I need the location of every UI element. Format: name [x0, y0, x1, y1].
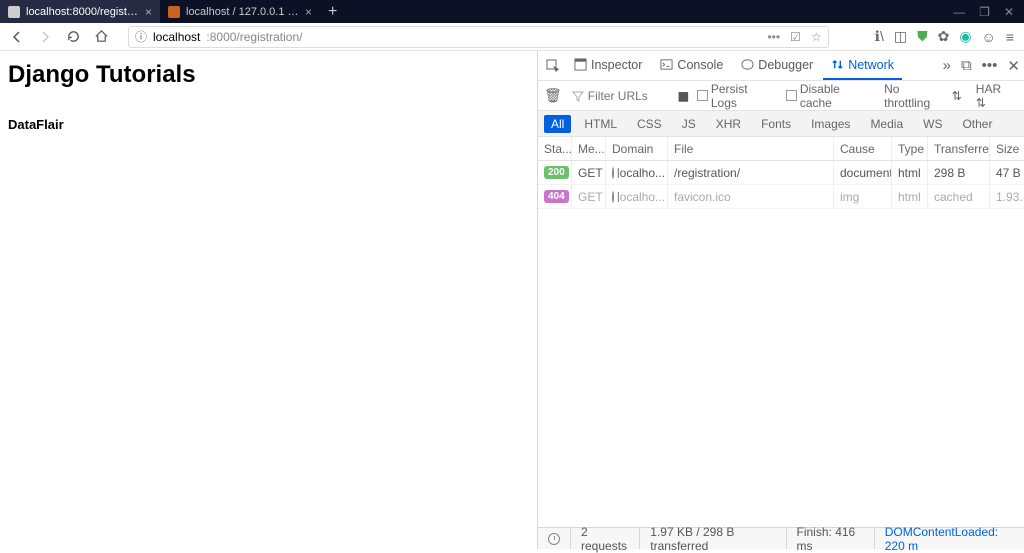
- reader-icon[interactable]: ☑: [790, 30, 801, 44]
- stopwatch[interactable]: [538, 528, 571, 549]
- filter-media[interactable]: Media: [863, 115, 910, 133]
- address-bar: ⓘ localhost :8000/registration/ ••• ☑ ☆ ℹ…: [0, 23, 1024, 51]
- clock-icon: [548, 533, 560, 545]
- tab-inspector[interactable]: Inspector: [566, 52, 650, 80]
- url-path: :8000/registration/: [206, 30, 302, 44]
- page-subtitle: DataFlair: [8, 117, 529, 132]
- disable-cache-checkbox[interactable]: Disable cache: [786, 82, 874, 110]
- filter-input[interactable]: [588, 89, 668, 103]
- tab-label: localhost:8000/registration/: [26, 6, 139, 18]
- col-size[interactable]: Size: [990, 137, 1024, 160]
- clear-icon[interactable]: 🗑: [544, 87, 562, 104]
- pick-element-icon[interactable]: [542, 59, 564, 73]
- devtools-close-icon[interactable]: ✕: [1007, 57, 1020, 75]
- sidebar-icon[interactable]: ◫: [894, 28, 907, 45]
- bookmark-icon[interactable]: ☆: [811, 30, 822, 44]
- maximize-icon[interactable]: ❐: [979, 5, 990, 19]
- account-icon[interactable]: ☺: [982, 29, 996, 45]
- filter-fonts[interactable]: Fonts: [754, 115, 798, 133]
- filter-xhr[interactable]: XHR: [709, 115, 748, 133]
- close-window-icon[interactable]: ✕: [1004, 5, 1014, 19]
- devtools-statusbar: 2 requests 1.97 KB / 298 B transferred F…: [538, 527, 1024, 549]
- tab-label: Network: [848, 58, 894, 72]
- col-domain[interactable]: Domain: [606, 137, 668, 160]
- tab-label: Inspector: [591, 58, 642, 72]
- url-host: localhost: [153, 30, 200, 44]
- status-badge: 200: [544, 166, 569, 179]
- minimize-icon[interactable]: —: [953, 5, 965, 19]
- page-content: Django Tutorials DataFlair: [0, 51, 537, 549]
- filter-js[interactable]: JS: [675, 115, 703, 133]
- table-row[interactable]: 404 GET localho... favicon.ico img html …: [538, 185, 1024, 209]
- page-title: Django Tutorials: [8, 61, 529, 89]
- devtools-panel: Inspector Console Debugger Network » ⧉ •…: [537, 51, 1024, 549]
- info-icon[interactable]: ⓘ: [135, 28, 147, 45]
- home-button[interactable]: [90, 26, 112, 48]
- filter-html[interactable]: HTML: [577, 115, 624, 133]
- col-cause[interactable]: Cause: [834, 137, 892, 160]
- filter-all[interactable]: All: [544, 115, 571, 133]
- tab-label: localhost / 127.0.0.1 / myproje: [186, 6, 299, 18]
- tab-label: Debugger: [758, 58, 813, 72]
- status-transfer: 1.97 KB / 298 B transferred: [640, 528, 786, 549]
- responsive-icon[interactable]: ⧉: [961, 57, 972, 74]
- tab-1[interactable]: localhost / 127.0.0.1 / myproje ×: [160, 0, 320, 23]
- back-button[interactable]: [6, 26, 28, 48]
- col-method[interactable]: Me...: [572, 137, 606, 160]
- tab-0[interactable]: localhost:8000/registration/ ×: [0, 0, 160, 23]
- kebab-icon[interactable]: •••: [982, 57, 998, 74]
- addon2-icon[interactable]: ◉: [959, 28, 971, 45]
- window-controls: — ❐ ✕: [943, 0, 1024, 23]
- url-input[interactable]: ⓘ localhost :8000/registration/ ••• ☑ ☆: [128, 26, 829, 48]
- throttle-select[interactable]: No throttling ⇅: [884, 82, 962, 110]
- tab-debugger[interactable]: Debugger: [733, 52, 821, 80]
- close-icon[interactable]: ×: [145, 5, 152, 19]
- browser-tabstrip: localhost:8000/registration/ × localhost…: [0, 0, 1024, 23]
- overflow-icon[interactable]: »: [943, 57, 951, 74]
- col-type[interactable]: Type: [892, 137, 928, 160]
- tab-favicon: [8, 6, 20, 18]
- filter-css[interactable]: CSS: [630, 115, 669, 133]
- tab-label: Console: [677, 58, 723, 72]
- addon-icon[interactable]: ✿: [938, 28, 950, 45]
- table-header: Sta... Me... Domain File Cause Type Tran…: [538, 137, 1024, 161]
- network-table: Sta... Me... Domain File Cause Type Tran…: [538, 137, 1024, 527]
- new-tab-button[interactable]: +: [320, 0, 345, 23]
- table-row[interactable]: 200 GET localho... /registration/ docume…: [538, 161, 1024, 185]
- toolbar-extensions: ℹ︎\ ◫ ⛊ ✿ ◉ ☺ ≡: [875, 28, 1014, 45]
- globe-icon: [612, 191, 614, 203]
- status-requests: 2 requests: [571, 528, 640, 549]
- shield-icon[interactable]: ⛊: [917, 28, 928, 45]
- menu-icon[interactable]: ≡: [1006, 29, 1014, 45]
- globe-icon: [612, 167, 614, 179]
- tab-network[interactable]: Network: [823, 52, 902, 80]
- status-finish: Finish: 416 ms: [787, 528, 875, 549]
- tab-console[interactable]: Console: [652, 52, 731, 80]
- label: Disable cache: [800, 82, 874, 110]
- filter-pills: All HTML CSS JS XHR Fonts Images Media W…: [538, 111, 1024, 137]
- col-transferred[interactable]: Transferred: [928, 137, 990, 160]
- filter-box[interactable]: [572, 89, 668, 103]
- status-badge: 404: [544, 190, 569, 203]
- tab-favicon: [168, 6, 180, 18]
- url-actions: ••• ☑ ☆: [767, 30, 821, 44]
- network-toolbar: 🗑 ▮▮ Persist Logs Disable cache No throt…: [538, 81, 1024, 111]
- filter-other[interactable]: Other: [955, 115, 999, 133]
- col-status[interactable]: Sta...: [538, 137, 572, 160]
- devtools-tabbar: Inspector Console Debugger Network » ⧉ •…: [538, 51, 1024, 81]
- close-icon[interactable]: ×: [305, 5, 312, 19]
- label: Persist Logs: [711, 82, 776, 110]
- col-file[interactable]: File: [668, 137, 834, 160]
- filter-ws[interactable]: WS: [916, 115, 949, 133]
- har-menu[interactable]: HAR ⇅: [972, 82, 1018, 110]
- status-domcontentloaded: DOMContentLoaded: 220 m: [875, 528, 1024, 549]
- reload-button[interactable]: [62, 26, 84, 48]
- library-icon[interactable]: ℹ︎\: [875, 28, 884, 45]
- persist-logs-checkbox[interactable]: Persist Logs: [697, 82, 776, 110]
- more-icon[interactable]: •••: [767, 30, 780, 44]
- filter-images[interactable]: Images: [804, 115, 857, 133]
- pause-icon[interactable]: ▮▮: [678, 89, 687, 103]
- forward-button[interactable]: [34, 26, 56, 48]
